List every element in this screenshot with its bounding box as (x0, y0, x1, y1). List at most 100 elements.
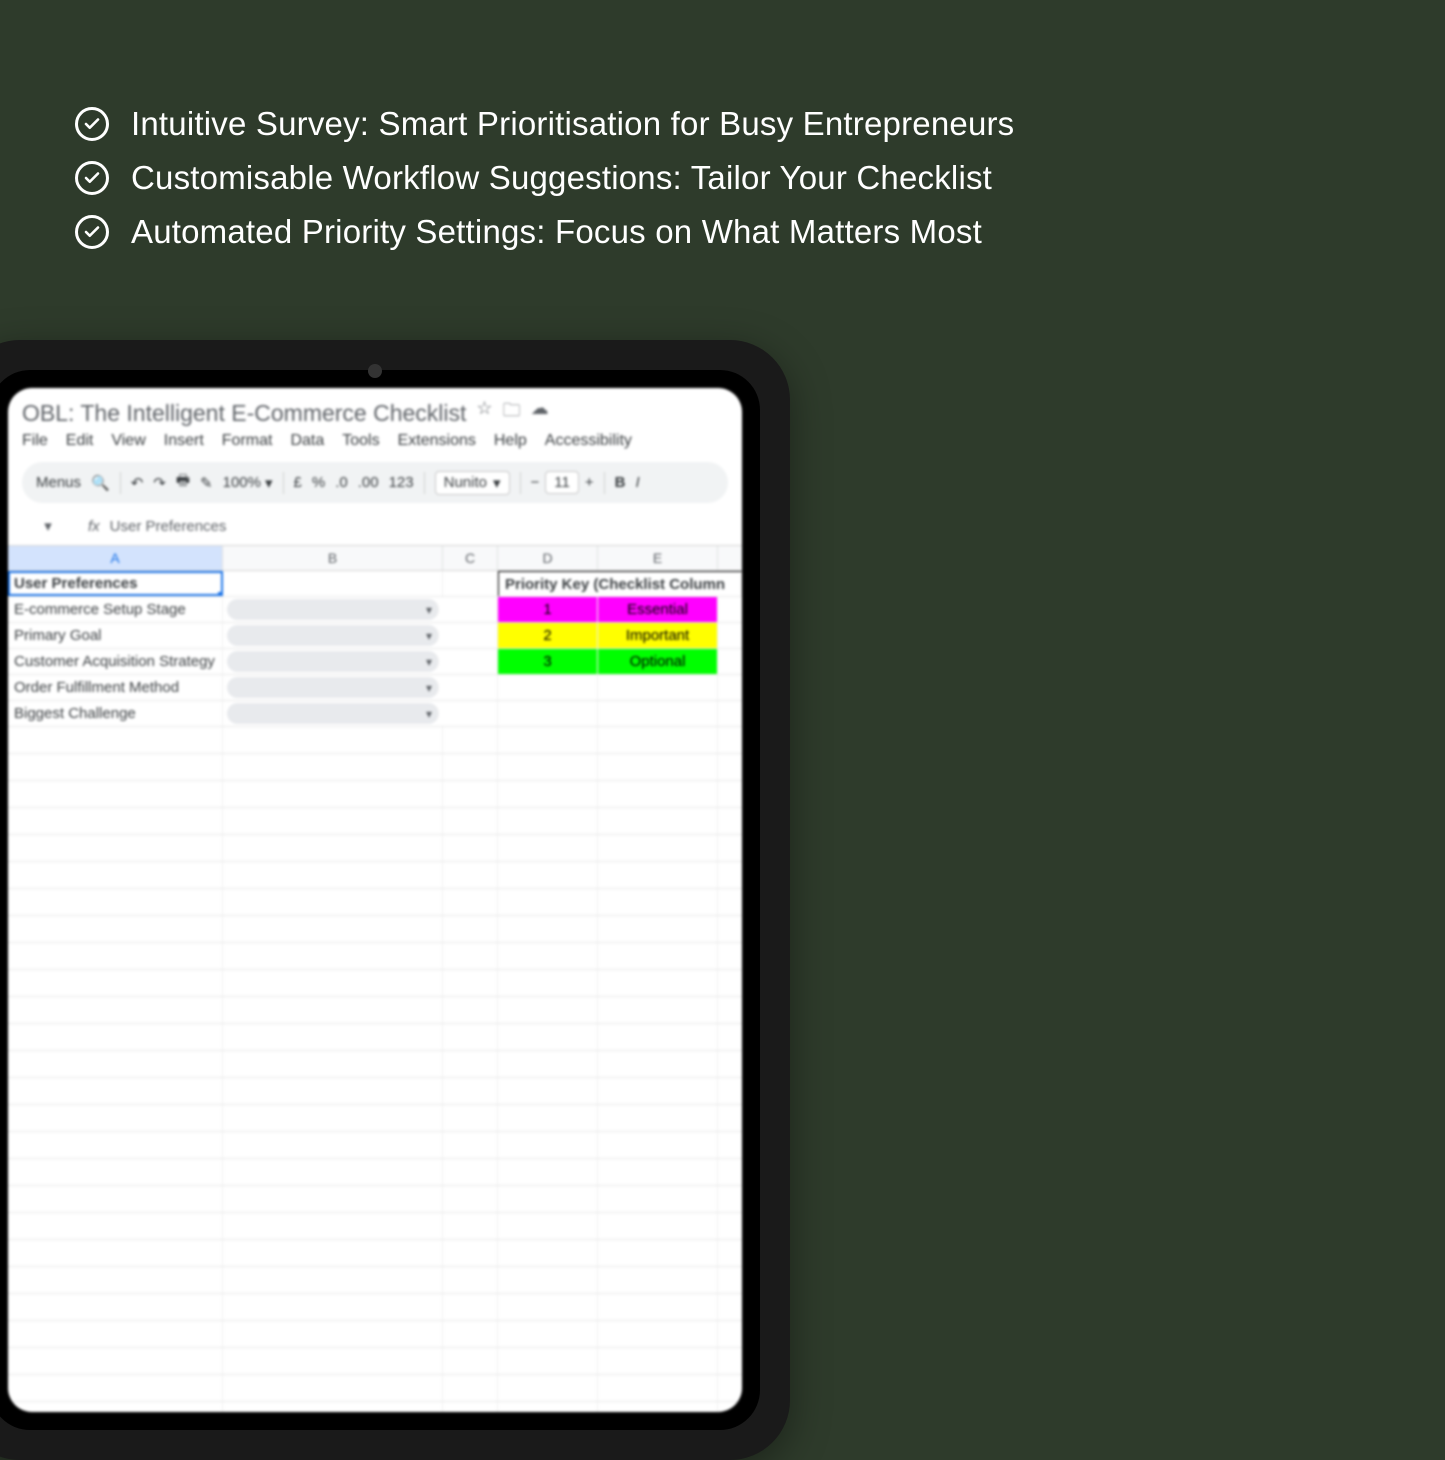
priority-num[interactable]: 2 (498, 623, 598, 648)
menu-edit[interactable]: Edit (66, 432, 94, 450)
menu-bar: File Edit View Insert Format Data Tools … (22, 432, 728, 450)
cell[interactable] (443, 623, 498, 648)
menu-help[interactable]: Help (494, 432, 527, 450)
pref-dropdown[interactable]: ▾ (227, 677, 439, 698)
priority-num[interactable]: 3 (498, 649, 598, 674)
move-icon[interactable]: 🗀 (503, 398, 521, 428)
feature-item: Customisable Workflow Suggestions: Tailo… (75, 159, 1385, 197)
priority-label[interactable]: Optional (598, 649, 718, 674)
feature-text: Intuitive Survey: Smart Prioritisation f… (131, 105, 1014, 143)
cell-a1[interactable]: User Preferences (8, 571, 223, 596)
toolbar: Menus 🔍 ↶ ↷ 🖶 ✎ 100% ▾ £ % .0 .00 (22, 462, 728, 503)
cell-c1[interactable] (443, 571, 498, 596)
cell[interactable] (443, 701, 498, 726)
pref-dropdown[interactable]: ▾ (227, 599, 439, 620)
menus-button[interactable]: Menus (36, 474, 81, 491)
currency-button[interactable]: £ (294, 474, 302, 491)
priority-num[interactable]: 1 (498, 597, 598, 622)
tablet-frame: OBL: The Intelligent E-Commerce Checklis… (0, 340, 790, 1460)
cloud-icon[interactable]: ☁ (531, 398, 549, 428)
font-dropdown[interactable]: Nunito ▾ (435, 471, 510, 495)
separator (604, 472, 605, 494)
tablet-bezel: OBL: The Intelligent E-Commerce Checklis… (0, 370, 760, 1430)
feature-text: Customisable Workflow Suggestions: Tailo… (131, 159, 992, 197)
grid-row: Biggest Challenge ▾ (8, 701, 742, 727)
pref-label[interactable]: Primary Goal (8, 623, 223, 648)
chevron-down-icon: ▾ (426, 655, 432, 669)
fx-label: fx (88, 518, 100, 535)
feature-item: Intuitive Survey: Smart Prioritisation f… (75, 105, 1385, 143)
doc-title[interactable]: OBL: The Intelligent E-Commerce Checklis… (22, 400, 466, 427)
chevron-down-icon: ▾ (265, 474, 273, 492)
formula-bar: ▾ fx User Preferences (22, 513, 728, 539)
col-header-d[interactable]: D (498, 546, 598, 570)
zoom-dropdown[interactable]: 100% ▾ (223, 474, 273, 492)
decrease-decimal-button[interactable]: .0 (335, 474, 348, 491)
pref-label[interactable]: E-commerce Setup Stage (8, 597, 223, 622)
paint-format-icon[interactable]: ✎ (200, 474, 213, 492)
column-headers: A B C D E (8, 546, 742, 571)
separator (120, 472, 121, 494)
cell[interactable] (443, 597, 498, 622)
cell[interactable] (443, 675, 498, 700)
pref-label[interactable]: Order Fulfillment Method (8, 675, 223, 700)
col-header-e[interactable]: E (598, 546, 718, 570)
google-sheets-app: OBL: The Intelligent E-Commerce Checklis… (8, 388, 742, 1412)
menu-format[interactable]: Format (222, 432, 273, 450)
chevron-down-icon: ▾ (426, 629, 432, 643)
chevron-down-icon: ▾ (493, 474, 501, 492)
print-icon[interactable]: 🖶 (176, 470, 190, 495)
pref-label[interactable]: Customer Acquisition Strategy (8, 649, 223, 674)
priority-key-header[interactable]: Priority Key (Checklist Column (498, 571, 742, 596)
star-icon[interactable]: ☆ (476, 398, 492, 428)
undo-icon[interactable]: ↶ (131, 474, 144, 492)
grid-row: Primary Goal ▾ 2 Important (8, 623, 742, 649)
doc-title-icons: ☆ 🗀 ☁ (476, 398, 548, 428)
menu-accessibility[interactable]: Accessibility (545, 432, 632, 450)
increase-decimal-button[interactable]: .00 (358, 474, 379, 491)
camera-dot (368, 364, 382, 378)
italic-button[interactable]: I (635, 474, 639, 491)
menu-data[interactable]: Data (290, 432, 324, 450)
check-icon (75, 107, 109, 141)
cell[interactable] (443, 649, 498, 674)
pref-dropdown[interactable]: ▾ (227, 651, 439, 672)
feature-text: Automated Priority Settings: Focus on Wh… (131, 213, 982, 251)
spreadsheet-grid[interactable]: A B C D E User Preferences Priority Key … (8, 545, 742, 1412)
feature-list: Intuitive Survey: Smart Prioritisation f… (75, 105, 1385, 267)
menu-tools[interactable]: Tools (342, 432, 379, 450)
percent-button[interactable]: % (312, 474, 325, 491)
feature-item: Automated Priority Settings: Focus on Wh… (75, 213, 1385, 251)
name-box-dropdown[interactable]: ▾ (28, 517, 68, 535)
cell[interactable] (498, 701, 598, 726)
col-header-c[interactable]: C (443, 546, 498, 570)
col-header-b[interactable]: B (223, 546, 443, 570)
bold-button[interactable]: B (615, 474, 626, 491)
redo-icon[interactable]: ↷ (153, 474, 166, 492)
cell[interactable] (498, 675, 598, 700)
pref-dropdown[interactable]: ▾ (227, 625, 439, 646)
number-format-button[interactable]: 123 (389, 474, 414, 491)
cell[interactable] (598, 675, 718, 700)
cell[interactable] (598, 701, 718, 726)
priority-label[interactable]: Essential (598, 597, 718, 622)
menu-extensions[interactable]: Extensions (398, 432, 476, 450)
tablet-screen: OBL: The Intelligent E-Commerce Checklis… (8, 388, 742, 1412)
menu-insert[interactable]: Insert (164, 432, 204, 450)
priority-label[interactable]: Important (598, 623, 718, 648)
chevron-down-icon: ▾ (426, 603, 432, 617)
pref-label[interactable]: Biggest Challenge (8, 701, 223, 726)
pref-dropdown[interactable]: ▾ (227, 703, 439, 724)
cell-b1[interactable] (223, 571, 443, 596)
search-icon[interactable]: 🔍 (91, 474, 110, 492)
menu-view[interactable]: View (111, 432, 145, 450)
col-header-a[interactable]: A (8, 546, 223, 570)
menu-file[interactable]: File (22, 432, 48, 450)
formula-content[interactable]: User Preferences (110, 518, 227, 535)
chevron-down-icon: ▾ (426, 707, 432, 721)
font-size-value[interactable]: 11 (545, 471, 579, 494)
decrease-font-button[interactable]: − (531, 474, 540, 491)
chevron-down-icon: ▾ (426, 681, 432, 695)
increase-font-button[interactable]: + (585, 474, 594, 491)
check-icon (75, 215, 109, 249)
